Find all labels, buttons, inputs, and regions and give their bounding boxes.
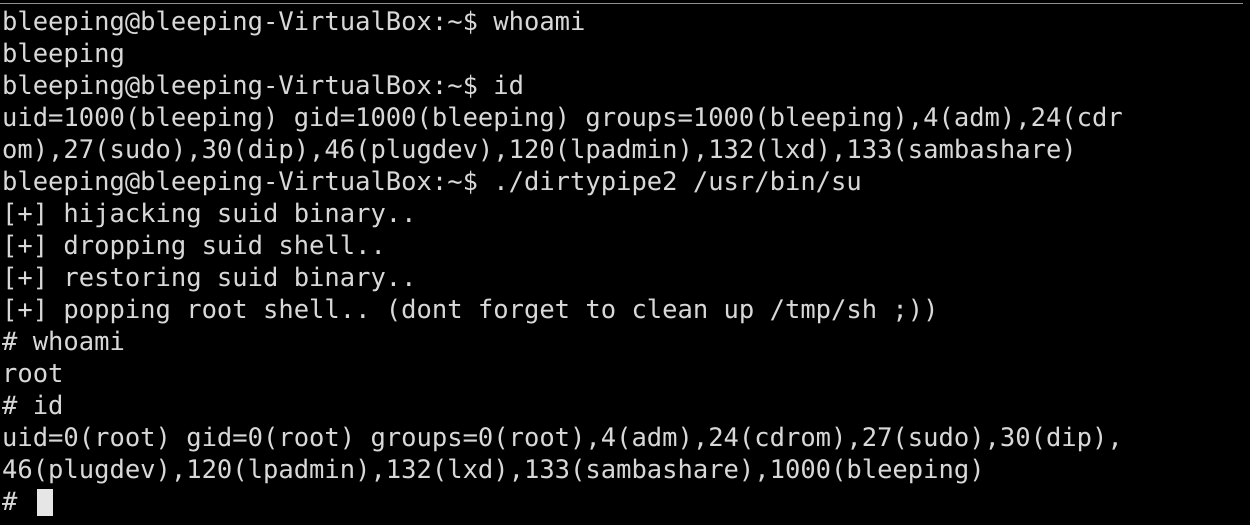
terminal-line-status-restoring: [+] restoring suid binary.. [2, 263, 417, 293]
terminal-line-command-whoami-user: bleeping@bleeping-VirtualBox:~$ whoami [2, 7, 586, 37]
terminal-line-output-id-user-2: om),27(sudo),30(dip),46(plugdev),120(lpa… [2, 135, 1077, 165]
terminal-line-output-user: bleeping [2, 39, 125, 69]
root-prompt-label: # [2, 487, 33, 517]
terminal-line-command-id-root: # id [2, 391, 64, 421]
text-cursor [37, 489, 53, 516]
terminal-line-status-popping: [+] popping root shell.. (dont forget to… [2, 295, 939, 325]
terminal-prompt-line[interactable]: # [2, 486, 1250, 518]
terminal-line-output-id-user-1: uid=1000(bleeping) gid=1000(bleeping) gr… [2, 103, 1123, 133]
terminal-line-command-whoami-root: # whoami [2, 327, 125, 357]
terminal-line-status-dropping: [+] dropping suid shell.. [2, 231, 386, 261]
terminal-screen[interactable]: bleeping@bleeping-VirtualBox:~$ whoami b… [2, 6, 1250, 518]
terminal-window[interactable]: bleeping@bleeping-VirtualBox:~$ whoami b… [0, 0, 1250, 525]
terminal-line-command-dirtypipe2: bleeping@bleeping-VirtualBox:~$ ./dirtyp… [2, 167, 862, 197]
terminal-line-status-hijacking: [+] hijacking suid binary.. [2, 199, 417, 229]
window-top-border [0, 3, 1243, 4]
terminal-line-output-root: root [2, 359, 64, 389]
terminal-line-output-id-root-2: 46(plugdev),120(lpadmin),132(lxd),133(sa… [2, 455, 985, 485]
terminal-line-command-id-user: bleeping@bleeping-VirtualBox:~$ id [2, 71, 524, 101]
terminal-line-output-id-root-1: uid=0(root) gid=0(root) groups=0(root),4… [2, 423, 1123, 453]
